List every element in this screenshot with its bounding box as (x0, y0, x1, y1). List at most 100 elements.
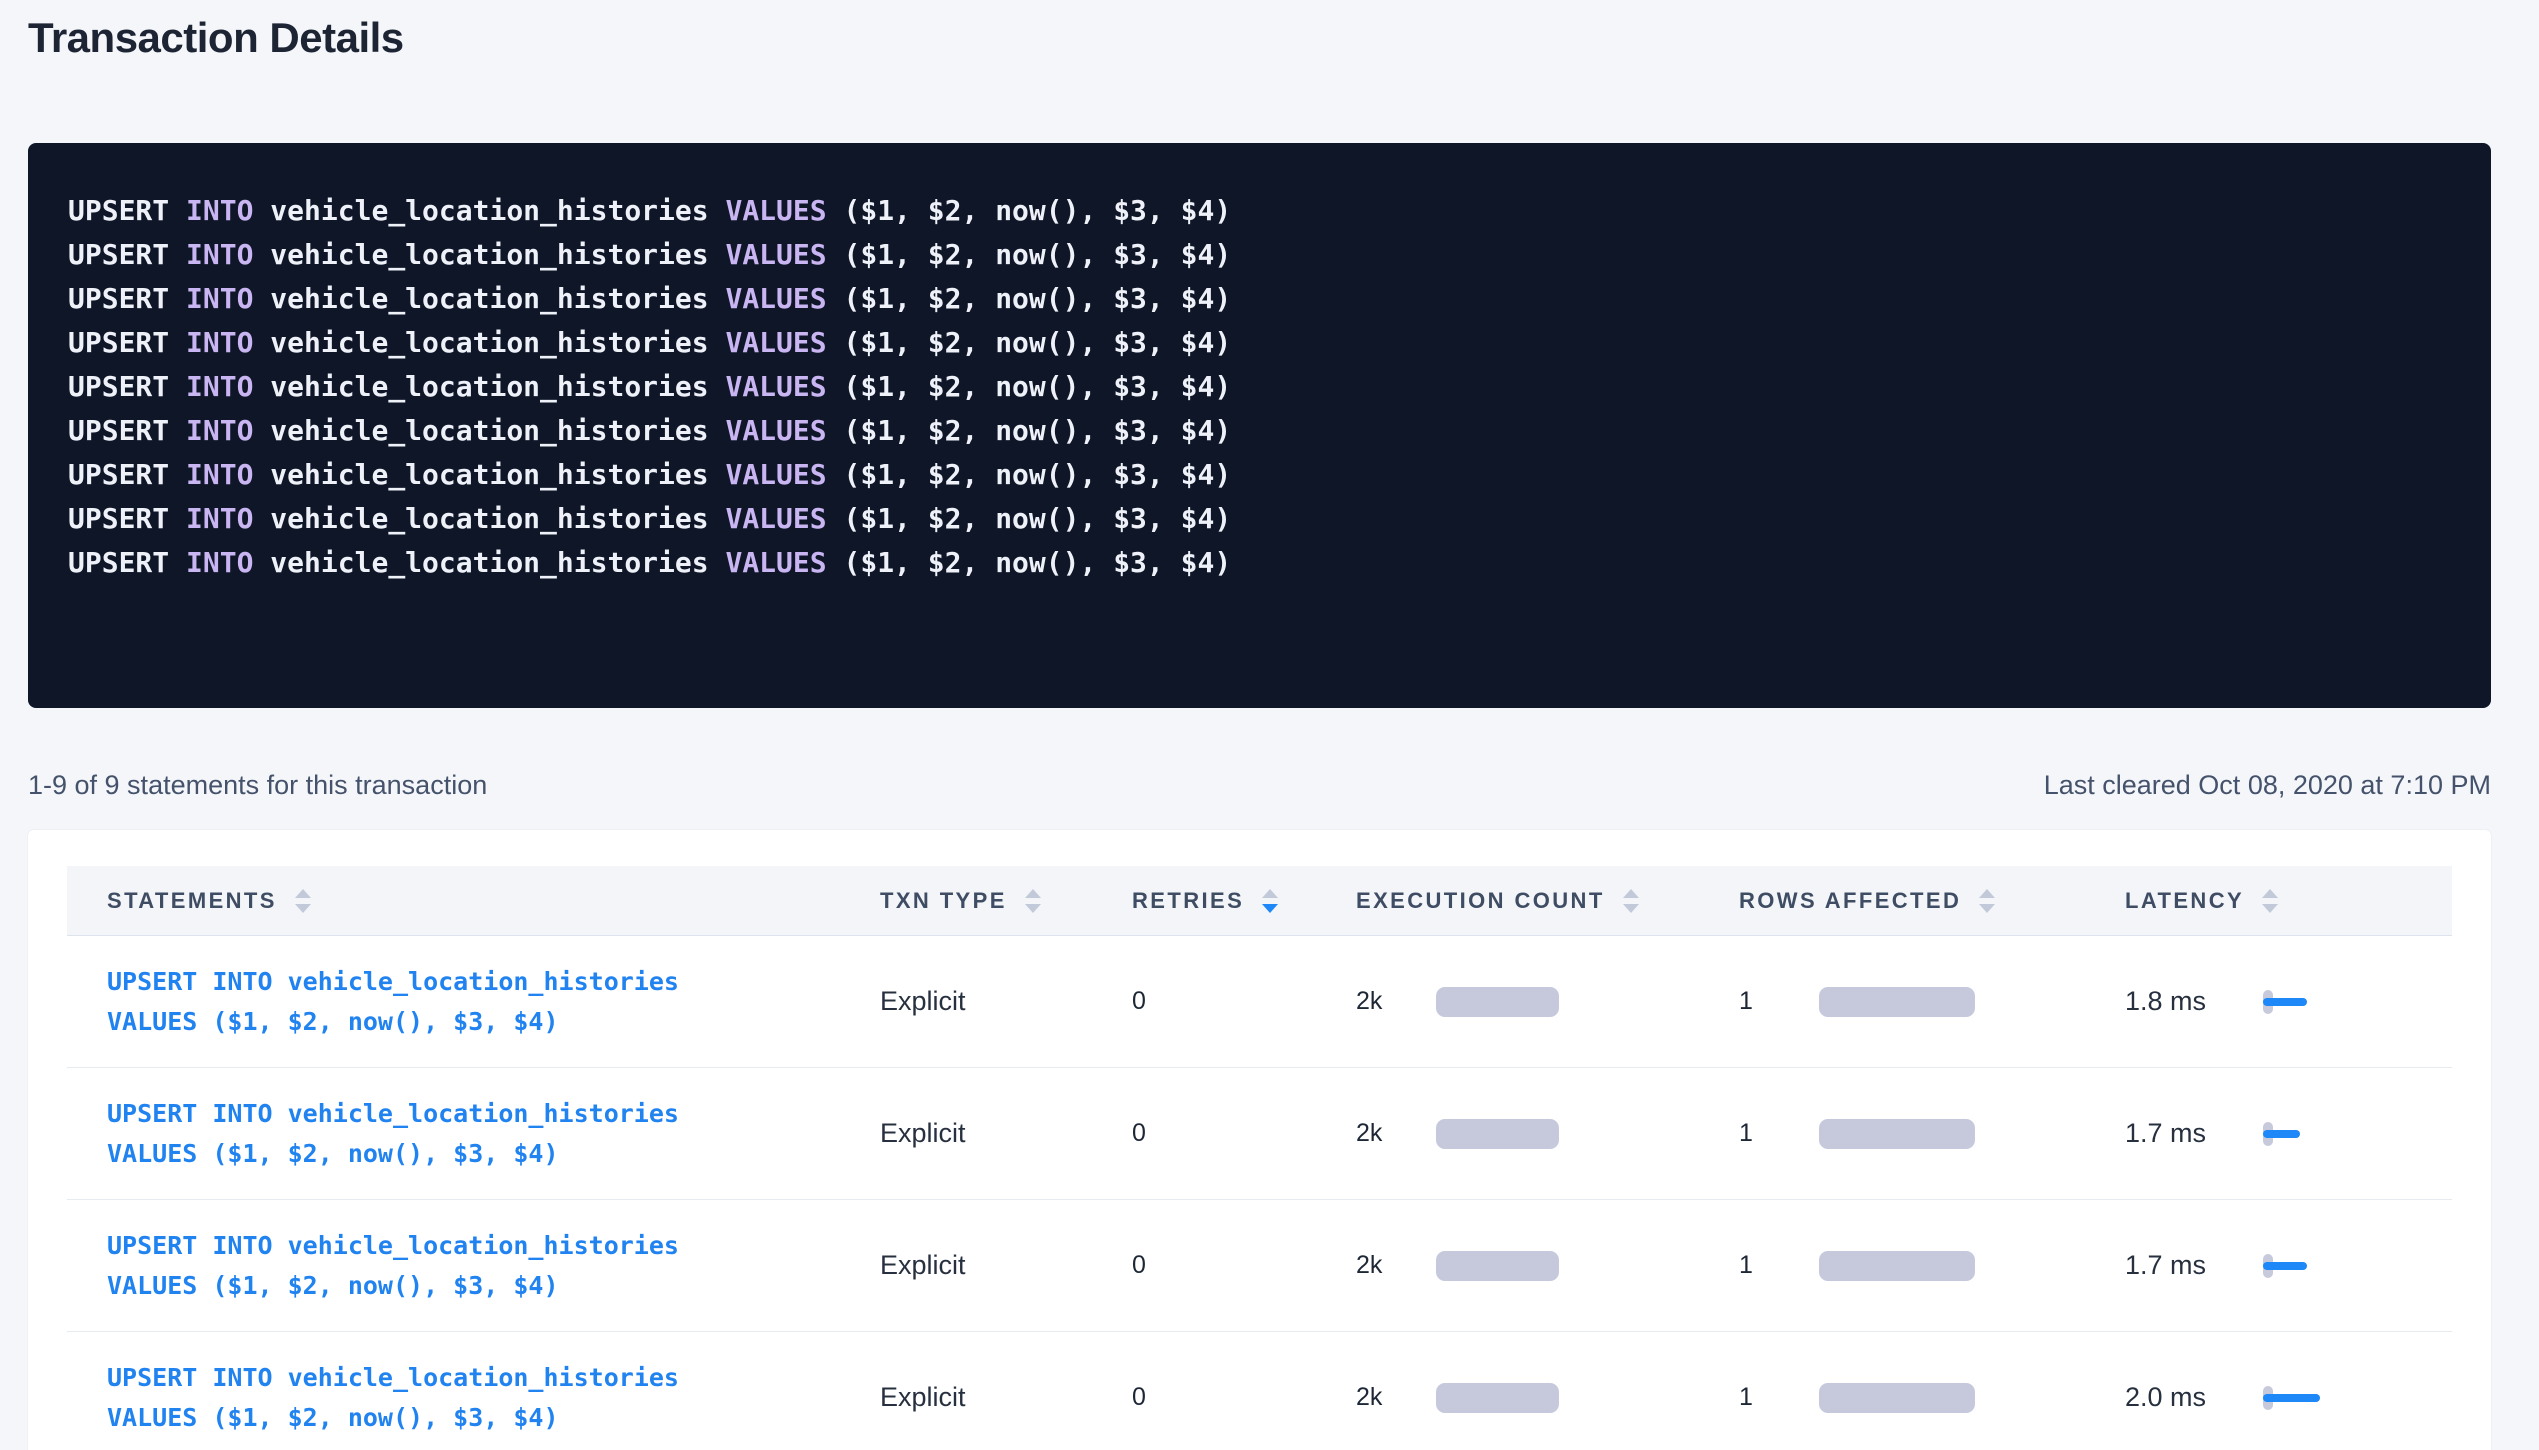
execution-count-bar (1436, 1251, 1559, 1281)
last-cleared-text: Last cleared Oct 08, 2020 at 7:10 PM (2044, 770, 2491, 801)
sort-icon (1025, 889, 1041, 913)
latency-value: 1.7 ms (2125, 1250, 2263, 1281)
rows-affected-value: 1 (1739, 1383, 1819, 1412)
sql-text: UPSERT (68, 414, 186, 447)
sql-text: vehicle_location_histories (253, 502, 725, 535)
sql-keyword: INTO (186, 502, 253, 535)
statement-cell: UPSERT INTO vehicle_location_historiesVA… (67, 1358, 880, 1438)
latency-bar-chart (2263, 1121, 2383, 1147)
statement-line-1: UPSERT INTO vehicle_location_histories (107, 1094, 880, 1134)
sort-up-arrow-icon (1025, 889, 1041, 898)
statement-line-1: UPSERT INTO vehicle_location_histories (107, 962, 880, 1002)
table-row: UPSERT INTO vehicle_location_historiesVA… (67, 1332, 2452, 1450)
sql-text: vehicle_location_histories (253, 326, 725, 359)
sql-text: vehicle_location_histories (253, 194, 725, 227)
rows-affected-value: 1 (1739, 1119, 1819, 1148)
execution-count-value: 2k (1356, 1251, 1436, 1280)
sql-text: ($1, $2, now(), $3, $4) (827, 194, 1232, 227)
sql-keyword: VALUES (725, 414, 826, 447)
sql-keyword: INTO (186, 458, 253, 491)
sql-text: UPSERT (68, 370, 186, 403)
transaction-details-page: Transaction Details UPSERT INTO vehicle_… (28, 0, 2491, 1450)
sql-keyword: INTO (186, 282, 253, 315)
statements-table-card: STATEMENTS TXN TYPE RETRIESEXECUTION COUNT… (28, 830, 2491, 1450)
retries-value: 0 (1132, 1383, 1356, 1412)
sql-text: vehicle_location_histories (253, 370, 725, 403)
sql-keyword: INTO (186, 194, 253, 227)
latency-bar-chart (2263, 989, 2383, 1015)
sql-keyword: VALUES (725, 370, 826, 403)
sort-icon (1979, 889, 1995, 913)
statement-link[interactable]: UPSERT INTO vehicle_location_historiesVA… (107, 1094, 880, 1174)
sql-text: vehicle_location_histories (253, 238, 725, 271)
column-header-txn-type[interactable]: TXN TYPE (880, 888, 1132, 914)
sql-keyword: VALUES (725, 238, 826, 271)
statement-link[interactable]: UPSERT INTO vehicle_location_historiesVA… (107, 962, 880, 1042)
latency-bar (2263, 1394, 2320, 1402)
execution-count-value: 2k (1356, 1383, 1436, 1412)
execution-count-value: 2k (1356, 987, 1436, 1016)
sql-text: UPSERT (68, 546, 186, 579)
statement-link[interactable]: UPSERT INTO vehicle_location_historiesVA… (107, 1226, 880, 1306)
sql-keyword: INTO (186, 414, 253, 447)
statement-line-1: UPSERT INTO vehicle_location_histories (107, 1358, 880, 1398)
sql-text: vehicle_location_histories (253, 414, 725, 447)
sql-keyword: VALUES (725, 194, 826, 227)
sql-text: UPSERT (68, 194, 186, 227)
statement-cell: UPSERT INTO vehicle_location_historiesVA… (67, 1226, 880, 1306)
table-body: UPSERT INTO vehicle_location_historiesVA… (67, 936, 2452, 1450)
sort-up-arrow-icon (1262, 889, 1278, 898)
sql-keyword: INTO (186, 370, 253, 403)
statements-count-text: 1-9 of 9 statements for this transaction (28, 770, 487, 801)
execution-count-bar (1436, 1383, 1559, 1413)
sql-statement-line: UPSERT INTO vehicle_location_histories V… (68, 321, 2451, 365)
txn-type-value: Explicit (880, 1382, 1132, 1413)
rows-affected-value: 1 (1739, 987, 1819, 1016)
statement-link[interactable]: UPSERT INTO vehicle_location_historiesVA… (107, 1358, 880, 1438)
sort-up-arrow-icon (1623, 889, 1639, 898)
sort-icon (1262, 889, 1278, 913)
sort-icon (2262, 889, 2278, 913)
summary-row: 1-9 of 9 statements for this transaction… (28, 770, 2491, 801)
sort-down-arrow-icon (2262, 904, 2278, 913)
rows-affected-bar (1819, 1383, 1975, 1413)
sort-down-arrow-icon (1262, 904, 1278, 913)
sort-down-arrow-icon (1979, 904, 1995, 913)
sql-text: ($1, $2, now(), $3, $4) (827, 238, 1232, 271)
sql-statement-line: UPSERT INTO vehicle_location_histories V… (68, 497, 2451, 541)
column-header-execution-count[interactable]: EXECUTION COUNT (1356, 888, 1739, 914)
latency-value: 2.0 ms (2125, 1382, 2263, 1413)
rows-affected-cell: 1 (1739, 987, 2125, 1017)
sql-keyword: VALUES (725, 282, 826, 315)
column-header-label: STATEMENTS (107, 888, 277, 914)
latency-bar-chart (2263, 1253, 2383, 1279)
execution-count-value: 2k (1356, 1119, 1436, 1148)
sql-statement-line: UPSERT INTO vehicle_location_histories V… (68, 453, 2451, 497)
sql-keyword: INTO (186, 238, 253, 271)
sql-statements-box: UPSERT INTO vehicle_location_histories V… (28, 143, 2491, 708)
column-header-rows-affected[interactable]: ROWS AFFECTED (1739, 888, 2125, 914)
sql-text: UPSERT (68, 326, 186, 359)
page-title: Transaction Details (28, 0, 2491, 64)
latency-cell: 1.8 ms (2125, 986, 2452, 1017)
sql-text: UPSERT (68, 238, 186, 271)
rows-affected-bar (1819, 1251, 1975, 1281)
column-header-statements[interactable]: STATEMENTS (67, 888, 880, 914)
column-header-retries[interactable]: RETRIES (1132, 888, 1356, 914)
execution-count-bar (1436, 1119, 1559, 1149)
latency-bar (2263, 998, 2307, 1006)
sql-statement-line: UPSERT INTO vehicle_location_histories V… (68, 189, 2451, 233)
retries-value: 0 (1132, 987, 1356, 1016)
sql-text: UPSERT (68, 502, 186, 535)
execution-count-cell: 2k (1356, 987, 1739, 1017)
latency-value: 1.7 ms (2125, 1118, 2263, 1149)
column-header-label: TXN TYPE (880, 888, 1007, 914)
sql-statement-line: UPSERT INTO vehicle_location_histories V… (68, 541, 2451, 585)
column-header-latency[interactable]: LATENCY (2125, 888, 2452, 914)
statement-line-2: VALUES ($1, $2, now(), $3, $4) (107, 1002, 880, 1042)
latency-cell: 1.7 ms (2125, 1250, 2452, 1281)
execution-count-cell: 2k (1356, 1383, 1739, 1413)
latency-bar (2263, 1130, 2300, 1138)
sort-down-arrow-icon (295, 904, 311, 913)
sort-icon (1623, 889, 1639, 913)
